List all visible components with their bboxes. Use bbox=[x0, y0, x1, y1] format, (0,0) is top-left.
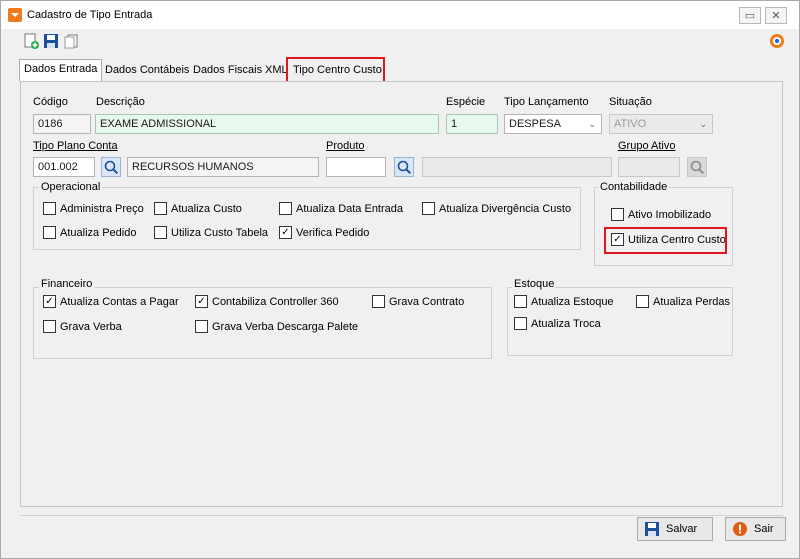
search-icon[interactable] bbox=[101, 157, 121, 177]
checkbox-label: Verifica Pedido bbox=[296, 226, 370, 239]
main-window: Cadastro de Tipo Entrada ▭ ✕ Dados Entra… bbox=[0, 0, 800, 559]
checkbox-label: Grava Verba bbox=[60, 320, 122, 333]
check-icon: ✓ bbox=[279, 226, 292, 239]
atualiza-perdas-checkbox[interactable]: Atualiza Perdas bbox=[636, 295, 730, 308]
app-icon bbox=[8, 8, 22, 22]
checkbox-label: Atualiza Pedido bbox=[60, 226, 137, 239]
grava-verba-checkbox[interactable]: Grava Verba bbox=[43, 320, 122, 333]
codigo-field[interactable]: 0186 bbox=[33, 114, 91, 134]
atualiza-divergencia-custo-checkbox[interactable]: Atualiza Divergência Custo bbox=[422, 202, 571, 215]
checkbox-label: Atualiza Custo bbox=[171, 202, 242, 215]
checkbox-box bbox=[422, 202, 435, 215]
descricao-label: Descrição bbox=[96, 96, 145, 108]
checkbox-box bbox=[636, 295, 649, 308]
tipo-plano-conta-field[interactable]: 001.002 bbox=[33, 157, 95, 177]
checkbox-box bbox=[154, 202, 167, 215]
sair-button[interactable]: Sair bbox=[725, 517, 786, 541]
salvar-button[interactable]: Salvar bbox=[637, 517, 713, 541]
new-document-icon[interactable] bbox=[23, 33, 39, 49]
atualiza-estoque-checkbox[interactable]: Atualiza Estoque bbox=[514, 295, 614, 308]
tab-dados-contabeis[interactable]: Dados Contábeis bbox=[101, 61, 193, 81]
checkbox-box bbox=[154, 226, 167, 239]
close-button[interactable]: ✕ bbox=[765, 7, 787, 24]
grupo-ativo-field bbox=[618, 157, 680, 177]
ativo-imobilizado-checkbox[interactable]: Ativo Imobilizado bbox=[611, 208, 711, 221]
tab-dados-fiscais[interactable]: Dados Fiscais bbox=[189, 61, 266, 81]
operacional-group bbox=[33, 187, 581, 250]
checkbox-label: Administra Preço bbox=[60, 202, 144, 215]
checkbox-box bbox=[195, 320, 208, 333]
operacional-label: Operacional bbox=[39, 181, 103, 193]
checkbox-label: Atualiza Contas a Pagar bbox=[60, 295, 179, 308]
codigo-label: Código bbox=[33, 96, 68, 108]
tipo-lancamento-value: DESPESA bbox=[509, 118, 561, 130]
checkbox-label: Contabiliza Controller 360 bbox=[212, 295, 339, 308]
atualiza-pedido-checkbox[interactable]: Atualiza Pedido bbox=[43, 226, 136, 239]
search-icon bbox=[687, 157, 707, 177]
tipo-plano-conta-desc: RECURSOS HUMANOS bbox=[127, 157, 319, 177]
checkbox-label: Atualiza Estoque bbox=[531, 295, 614, 308]
checkbox-box bbox=[279, 202, 292, 215]
verifica-pedido-checkbox[interactable]: ✓ Verifica Pedido bbox=[279, 226, 369, 239]
tipo-plano-conta-label: Tipo Plano Conta bbox=[33, 140, 118, 152]
descricao-field[interactable]: EXAME ADMISSIONAL bbox=[95, 114, 439, 134]
grava-contrato-checkbox[interactable]: Grava Contrato bbox=[372, 295, 464, 308]
tab-dados-entrada[interactable]: Dados Entrada bbox=[19, 59, 103, 81]
financeiro-label: Financeiro bbox=[39, 278, 95, 290]
exit-icon bbox=[733, 522, 747, 536]
highlight-checkbox-box bbox=[604, 227, 727, 254]
tipo-lancamento-label: Tipo Lançamento bbox=[504, 96, 589, 108]
grupo-ativo-label: Grupo Ativo bbox=[618, 140, 676, 152]
check-icon: ✓ bbox=[195, 295, 208, 308]
checkbox-box bbox=[43, 320, 56, 333]
checkbox-label: Utiliza Custo Tabela bbox=[171, 226, 269, 239]
tipo-lancamento-select[interactable]: DESPESA ⌄ bbox=[504, 114, 602, 134]
checkbox-label: Ativo Imobilizado bbox=[628, 208, 712, 221]
save-disk-icon bbox=[645, 522, 659, 536]
atualiza-custo-checkbox[interactable]: Atualiza Custo bbox=[154, 202, 242, 215]
checkbox-box bbox=[43, 226, 56, 239]
checkbox-label: Atualiza Divergência Custo bbox=[439, 202, 572, 215]
grava-verba-descarga-palete-checkbox[interactable]: Grava Verba Descarga Palete bbox=[195, 320, 358, 333]
checkbox-box bbox=[43, 202, 56, 215]
title-bar: Cadastro de Tipo Entrada ▭ ✕ bbox=[1, 1, 799, 29]
situacao-value: ATIVO bbox=[614, 118, 647, 130]
checkbox-box bbox=[514, 295, 527, 308]
atualiza-data-entrada-checkbox[interactable]: Atualiza Data Entrada bbox=[279, 202, 403, 215]
help-icon[interactable] bbox=[769, 33, 785, 49]
especie-label: Espécie bbox=[446, 96, 486, 108]
utiliza-custo-tabela-checkbox[interactable]: Utiliza Custo Tabela bbox=[154, 226, 268, 239]
contabilidade-label: Contabilidade bbox=[598, 181, 670, 193]
produto-field[interactable] bbox=[326, 157, 386, 177]
atualiza-troca-checkbox[interactable]: Atualiza Troca bbox=[514, 317, 601, 330]
window-title: Cadastro de Tipo Entrada bbox=[27, 9, 153, 21]
search-icon[interactable] bbox=[394, 157, 414, 177]
salvar-label: Salvar bbox=[666, 523, 698, 535]
checkbox-box bbox=[372, 295, 385, 308]
checkbox-label: Grava Contrato bbox=[389, 295, 465, 308]
checkbox-label: Grava Verba Descarga Palete bbox=[212, 320, 359, 333]
checkbox-label: Atualiza Perdas bbox=[653, 295, 731, 308]
sair-label: Sair bbox=[754, 523, 774, 535]
copy-icon[interactable] bbox=[63, 33, 79, 49]
contabiliza-controller-360-checkbox[interactable]: ✓ Contabiliza Controller 360 bbox=[195, 295, 339, 308]
checkbox-label: Atualiza Troca bbox=[531, 317, 601, 330]
check-icon: ✓ bbox=[43, 295, 56, 308]
produto-label: Produto bbox=[326, 140, 365, 152]
checkbox-label: Atualiza Data Entrada bbox=[296, 202, 404, 215]
checkbox-box bbox=[514, 317, 527, 330]
estoque-label: Estoque bbox=[512, 278, 557, 290]
chevron-down-icon: ⌄ bbox=[699, 119, 707, 129]
especie-field[interactable]: 1 bbox=[446, 114, 498, 134]
produto-desc bbox=[422, 157, 612, 177]
restore-button[interactable]: ▭ bbox=[739, 7, 761, 24]
chevron-down-icon: ⌄ bbox=[588, 119, 596, 129]
atualiza-contas-a-pagar-checkbox[interactable]: ✓ Atualiza Contas a Pagar bbox=[43, 295, 179, 308]
save-disk-icon[interactable] bbox=[43, 33, 59, 49]
administra-preco-checkbox[interactable]: Administra Preço bbox=[43, 202, 144, 215]
situacao-label: Situação bbox=[609, 96, 652, 108]
situacao-select: ATIVO ⌄ bbox=[609, 114, 713, 134]
checkbox-box bbox=[611, 208, 624, 221]
